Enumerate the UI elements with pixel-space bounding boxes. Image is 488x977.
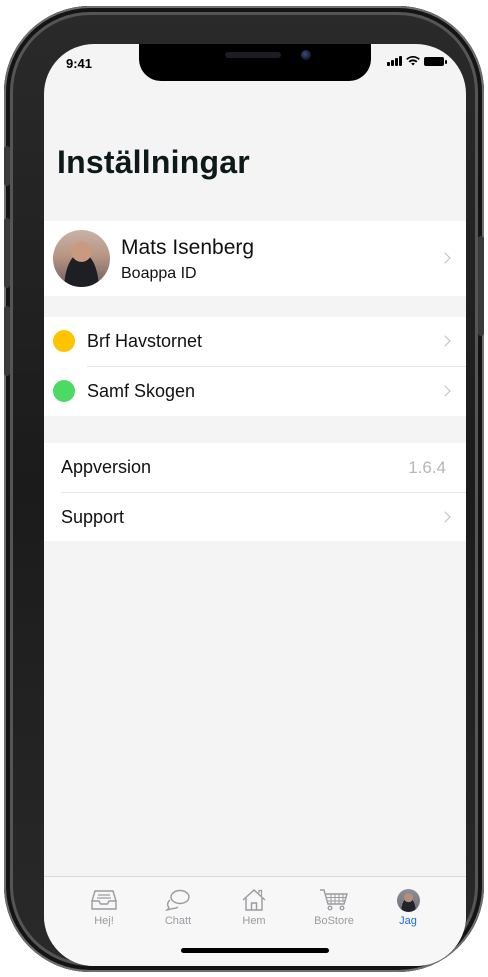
info-list: Appversion 1.6.4 Support	[44, 443, 466, 541]
chevron-right-icon	[439, 335, 451, 347]
tab-label: Jag	[399, 915, 417, 927]
tab-jag[interactable]: Jag	[373, 887, 443, 927]
profile-avatar	[53, 230, 110, 287]
mute-switch	[4, 146, 10, 186]
org-row-brf-havstornet[interactable]: Brf Havstornet	[44, 317, 466, 366]
status-icons	[387, 56, 447, 66]
notch	[139, 44, 371, 81]
signal-icon	[387, 56, 402, 66]
appversion-label: Appversion	[61, 457, 152, 477]
cart-icon	[320, 889, 348, 911]
chevron-right-icon	[439, 385, 451, 397]
tab-hej[interactable]: Hej!	[69, 887, 139, 927]
profile-subtitle: Boappa ID	[121, 265, 197, 282]
chevron-right-icon	[439, 511, 451, 523]
power-button	[478, 236, 484, 336]
appversion-value: 1.6.4	[408, 458, 446, 477]
inbox-icon	[91, 890, 117, 910]
org-color-dot	[53, 330, 75, 352]
volume-up-button	[4, 218, 10, 288]
tab-label: Chatt	[164, 915, 192, 927]
tab-label: Hej!	[94, 915, 114, 927]
organizations-list: Brf Havstornet Samf Skogen	[44, 317, 466, 416]
house-icon	[242, 889, 266, 911]
support-row[interactable]: Support	[44, 493, 466, 542]
speaker	[225, 52, 281, 58]
tab-label: BoStore	[314, 915, 354, 927]
profile-name: Mats Isenberg	[121, 236, 255, 259]
front-camera	[301, 50, 311, 60]
chat-bubbles-icon	[165, 889, 190, 911]
status-time: 9:41	[66, 56, 93, 71]
org-label: Samf Skogen	[87, 381, 196, 401]
appversion-row: Appversion 1.6.4	[44, 443, 466, 492]
chevron-right-icon	[439, 252, 451, 264]
tab-bostore[interactable]: BoStore	[299, 887, 369, 927]
org-color-dot	[53, 380, 75, 402]
tab-label: Hem	[242, 915, 266, 927]
screen: 9:41 Inställningar Mats Isenberg Boappa …	[44, 44, 466, 966]
phone-frame: 9:41 Inställningar Mats Isenberg Boappa …	[4, 6, 484, 972]
tab-hem[interactable]: Hem	[219, 887, 289, 927]
org-row-samf-skogen[interactable]: Samf Skogen	[44, 367, 466, 416]
home-indicator[interactable]	[181, 948, 329, 953]
page-title: Inställningar	[57, 144, 250, 180]
profile-row[interactable]: Mats Isenberg Boappa ID	[44, 221, 466, 296]
wifi-icon	[406, 56, 420, 66]
avatar-icon	[396, 888, 420, 912]
tab-chatt[interactable]: Chatt	[143, 887, 213, 927]
battery-icon	[424, 56, 447, 66]
volume-down-button	[4, 306, 10, 376]
support-label: Support	[61, 507, 125, 527]
org-label: Brf Havstornet	[87, 331, 203, 351]
